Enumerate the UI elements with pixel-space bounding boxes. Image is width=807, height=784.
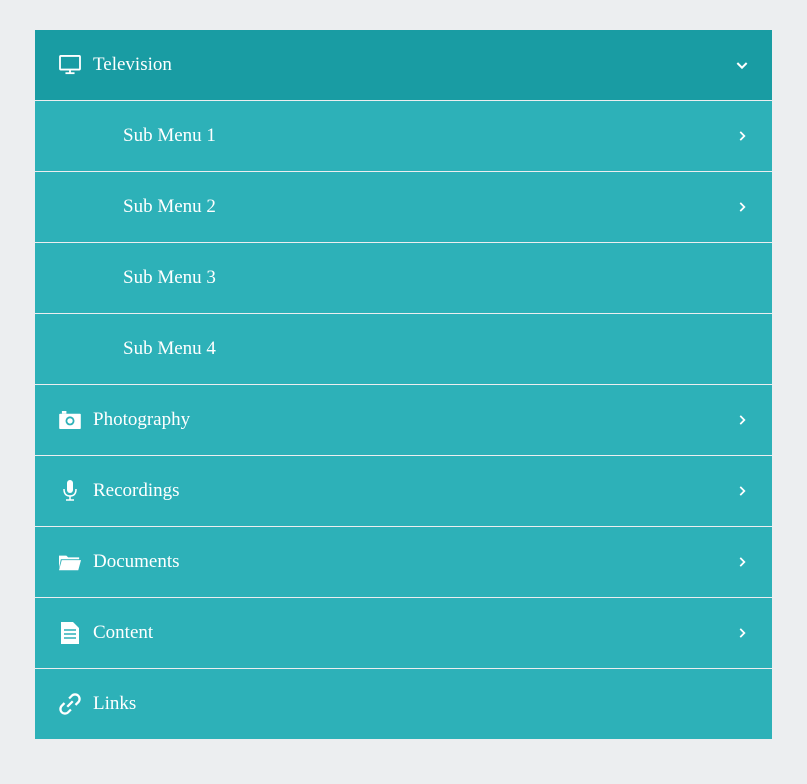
camera-icon xyxy=(59,409,81,431)
chevron-right-icon xyxy=(732,552,752,572)
accordion-menu: Television Sub Menu 1 Sub Menu 2 Sub Men… xyxy=(35,30,772,739)
menu-item-label: Television xyxy=(93,54,172,76)
submenu-item-label: Sub Menu 2 xyxy=(123,196,216,218)
menu-item-label: Photography xyxy=(93,409,190,431)
submenu-item[interactable]: Sub Menu 4 xyxy=(35,314,772,384)
chevron-right-icon xyxy=(732,410,752,430)
file-text-icon xyxy=(59,622,81,644)
menu-item-content[interactable]: Content xyxy=(35,598,772,668)
submenu-item[interactable]: Sub Menu 2 xyxy=(35,172,772,242)
chevron-right-icon xyxy=(732,126,752,146)
submenu-item-label: Sub Menu 4 xyxy=(123,338,216,360)
menu-item-links[interactable]: Links xyxy=(35,669,772,739)
menu-item-label: Links xyxy=(93,693,136,715)
link-icon xyxy=(59,693,81,715)
chevron-right-icon xyxy=(732,623,752,643)
folder-open-icon xyxy=(59,551,81,573)
menu-item-label: Recordings xyxy=(93,480,180,502)
menu-item-photography[interactable]: Photography xyxy=(35,385,772,455)
menu-item-documents[interactable]: Documents xyxy=(35,527,772,597)
chevron-down-icon xyxy=(732,55,752,75)
submenu-item-label: Sub Menu 1 xyxy=(123,125,216,147)
submenu-item[interactable]: Sub Menu 3 xyxy=(35,243,772,313)
chevron-right-icon xyxy=(732,197,752,217)
menu-item-label: Content xyxy=(93,622,153,644)
menu-item-television[interactable]: Television xyxy=(35,30,772,100)
submenu-item-label: Sub Menu 3 xyxy=(123,267,216,289)
menu-item-label: Documents xyxy=(93,551,180,573)
chevron-right-icon xyxy=(732,481,752,501)
microphone-icon xyxy=(59,480,81,502)
tv-icon xyxy=(59,54,81,76)
menu-item-recordings[interactable]: Recordings xyxy=(35,456,772,526)
submenu-item[interactable]: Sub Menu 1 xyxy=(35,101,772,171)
